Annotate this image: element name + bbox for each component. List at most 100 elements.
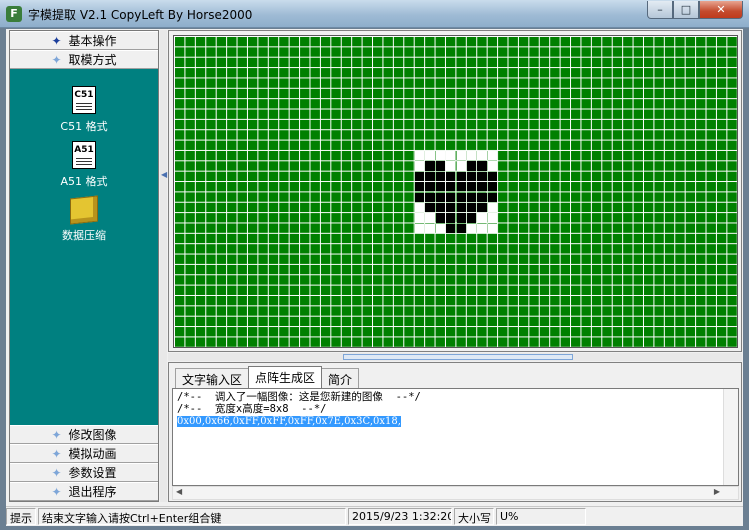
bitmap-pixel[interactable] bbox=[446, 223, 456, 233]
bitmap-pixel[interactable] bbox=[466, 223, 477, 233]
bitmap-pixel[interactable] bbox=[456, 182, 466, 192]
bitmap-pixel[interactable] bbox=[414, 171, 425, 182]
bitmap-pixel[interactable] bbox=[446, 161, 456, 171]
horizontal-scrollbar[interactable]: ◀ ▶ bbox=[172, 486, 739, 500]
vertical-splitter[interactable]: ◀ bbox=[160, 30, 167, 502]
bitmap-pixel[interactable] bbox=[456, 202, 466, 213]
bitmap-pixel[interactable] bbox=[456, 151, 466, 161]
bitmap-pixel[interactable] bbox=[466, 161, 477, 171]
status-caps: 大小写 bbox=[454, 508, 494, 525]
bitmap-pixel[interactable] bbox=[477, 171, 487, 182]
tab-intro[interactable]: 简介 bbox=[321, 368, 360, 388]
bitmap-pixel[interactable] bbox=[435, 192, 446, 202]
bitmap-pixel[interactable] bbox=[466, 202, 477, 213]
bitmap-pixel[interactable] bbox=[466, 192, 477, 202]
bitmap-pixel[interactable] bbox=[477, 182, 487, 192]
bitmap-pixel[interactable] bbox=[477, 161, 487, 171]
bitmap-pixel[interactable] bbox=[414, 213, 425, 223]
tab-text-input[interactable]: 文字输入区 bbox=[175, 368, 250, 388]
bitmap-pixel[interactable] bbox=[425, 182, 435, 192]
bitmap-pixel[interactable] bbox=[446, 213, 456, 223]
bitmap-pixel[interactable] bbox=[446, 171, 456, 182]
bitmap-pixel[interactable] bbox=[425, 213, 435, 223]
bitmap-pixel[interactable] bbox=[477, 192, 487, 202]
scroll-right-icon[interactable]: ▶ bbox=[714, 487, 720, 496]
bitmap-pixel[interactable] bbox=[435, 171, 446, 182]
bitmap-pixel[interactable] bbox=[466, 213, 477, 223]
bitmap-pixel[interactable] bbox=[477, 213, 487, 223]
bitmap-pixel[interactable] bbox=[446, 151, 456, 161]
bitmap-pixel[interactable] bbox=[435, 213, 446, 223]
bitmap-pixel[interactable] bbox=[487, 202, 498, 213]
bitmap-grid[interactable] bbox=[173, 35, 738, 348]
sidebar-header-parameter-settings[interactable]: ✦ 参数设置 bbox=[10, 463, 158, 482]
bitmap-pixel[interactable] bbox=[456, 192, 466, 202]
a51-format-tool[interactable]: A51 A51 格式 bbox=[10, 141, 158, 189]
sidebar-bottom-menu: ✦ 修改图像 ✦ 模拟动画 ✦ 参数设置 ✦ 退出程序 bbox=[10, 425, 158, 501]
a51-icon: A51 bbox=[72, 141, 96, 169]
bitmap-pixel[interactable] bbox=[414, 202, 425, 213]
bitmap-pixel[interactable] bbox=[456, 213, 466, 223]
close-button[interactable]: ✕ bbox=[699, 1, 743, 19]
bitmap-pixel[interactable] bbox=[477, 223, 487, 233]
minimize-button[interactable]: – bbox=[647, 1, 673, 19]
bitmap-pixel[interactable] bbox=[425, 151, 435, 161]
bitmap-pixel[interactable] bbox=[487, 171, 498, 182]
star-icon: ✦ bbox=[51, 465, 62, 480]
bitmap-pixel[interactable] bbox=[414, 223, 425, 233]
bitmap-pixel[interactable] bbox=[414, 151, 425, 161]
bitmap-pixel[interactable] bbox=[477, 151, 487, 161]
bitmap-pixel[interactable] bbox=[466, 171, 477, 182]
window-title: 字模提取 V2.1 CopyLeft By Horse2000 bbox=[28, 8, 253, 22]
scroll-left-icon[interactable]: ◀ bbox=[176, 487, 182, 496]
star-icon: ✦ bbox=[51, 52, 62, 67]
bitmap-pixel[interactable] bbox=[487, 223, 498, 233]
output-line-1: /*-- 调入了一幅图像：这是您新建的图像 --*/ bbox=[177, 391, 421, 403]
bitmap-pixel[interactable] bbox=[446, 202, 456, 213]
output-textarea[interactable]: /*-- 调入了一幅图像：这是您新建的图像 --*/ /*-- 宽度x高度=8x… bbox=[172, 388, 739, 486]
tab-dot-matrix[interactable]: 点阵生成区 bbox=[248, 366, 323, 388]
bitmap-pixel[interactable] bbox=[435, 223, 446, 233]
splitter-handle[interactable] bbox=[343, 354, 573, 360]
bitmap-pixel[interactable] bbox=[466, 182, 477, 192]
bitmap-pixel[interactable] bbox=[487, 182, 498, 192]
sidebar-header-label: 基本操作 bbox=[68, 34, 117, 48]
maximize-button[interactable]: □ bbox=[673, 1, 699, 19]
app-icon: F bbox=[6, 6, 22, 22]
bitmap-pixel[interactable] bbox=[425, 171, 435, 182]
bitmap-pixel[interactable] bbox=[456, 161, 466, 171]
bitmap-pixel[interactable] bbox=[487, 192, 498, 202]
status-extra: U% bbox=[496, 508, 586, 525]
c51-format-tool[interactable]: C51 C51 格式 bbox=[10, 86, 158, 134]
sidebar-header-basic-ops[interactable]: ✦ 基本操作 bbox=[10, 31, 158, 50]
bitmap-pixel[interactable] bbox=[425, 223, 435, 233]
bitmap-pixel[interactable] bbox=[435, 161, 446, 171]
data-compress-tool[interactable]: 数据压缩 bbox=[10, 195, 158, 243]
bitmap-pixel[interactable] bbox=[487, 213, 498, 223]
bitmap-pixel[interactable] bbox=[435, 151, 446, 161]
sidebar-header-label: 退出程序 bbox=[68, 485, 117, 499]
bitmap-pixel[interactable] bbox=[456, 223, 466, 233]
bitmap-pixel[interactable] bbox=[435, 202, 446, 213]
star-icon: ✦ bbox=[51, 484, 62, 499]
vertical-scrollbar[interactable] bbox=[723, 389, 738, 485]
sidebar-header-modulo-mode[interactable]: ✦ 取模方式 bbox=[10, 50, 158, 69]
bitmap-pixel[interactable] bbox=[446, 182, 456, 192]
bitmap-pixel[interactable] bbox=[477, 202, 487, 213]
bitmap-pixel[interactable] bbox=[487, 151, 498, 161]
bitmap-pixel[interactable] bbox=[446, 192, 456, 202]
bitmap-pixel[interactable] bbox=[487, 161, 498, 171]
bitmap-pixel[interactable] bbox=[425, 202, 435, 213]
bitmap-pixel[interactable] bbox=[435, 182, 446, 192]
bitmap-pixel[interactable] bbox=[414, 161, 425, 171]
horizontal-splitter[interactable] bbox=[168, 353, 742, 361]
sidebar-header-edit-image[interactable]: ✦ 修改图像 bbox=[10, 425, 158, 444]
bitmap-pixel[interactable] bbox=[425, 161, 435, 171]
bitmap-pixel[interactable] bbox=[425, 192, 435, 202]
bitmap-pixel[interactable] bbox=[456, 171, 466, 182]
bitmap-pixel[interactable] bbox=[466, 151, 477, 161]
bitmap-pixel[interactable] bbox=[414, 192, 425, 202]
bitmap-pixel[interactable] bbox=[414, 182, 425, 192]
sidebar-header-exit-program[interactable]: ✦ 退出程序 bbox=[10, 482, 158, 501]
sidebar-header-simulate-animation[interactable]: ✦ 模拟动画 bbox=[10, 444, 158, 463]
